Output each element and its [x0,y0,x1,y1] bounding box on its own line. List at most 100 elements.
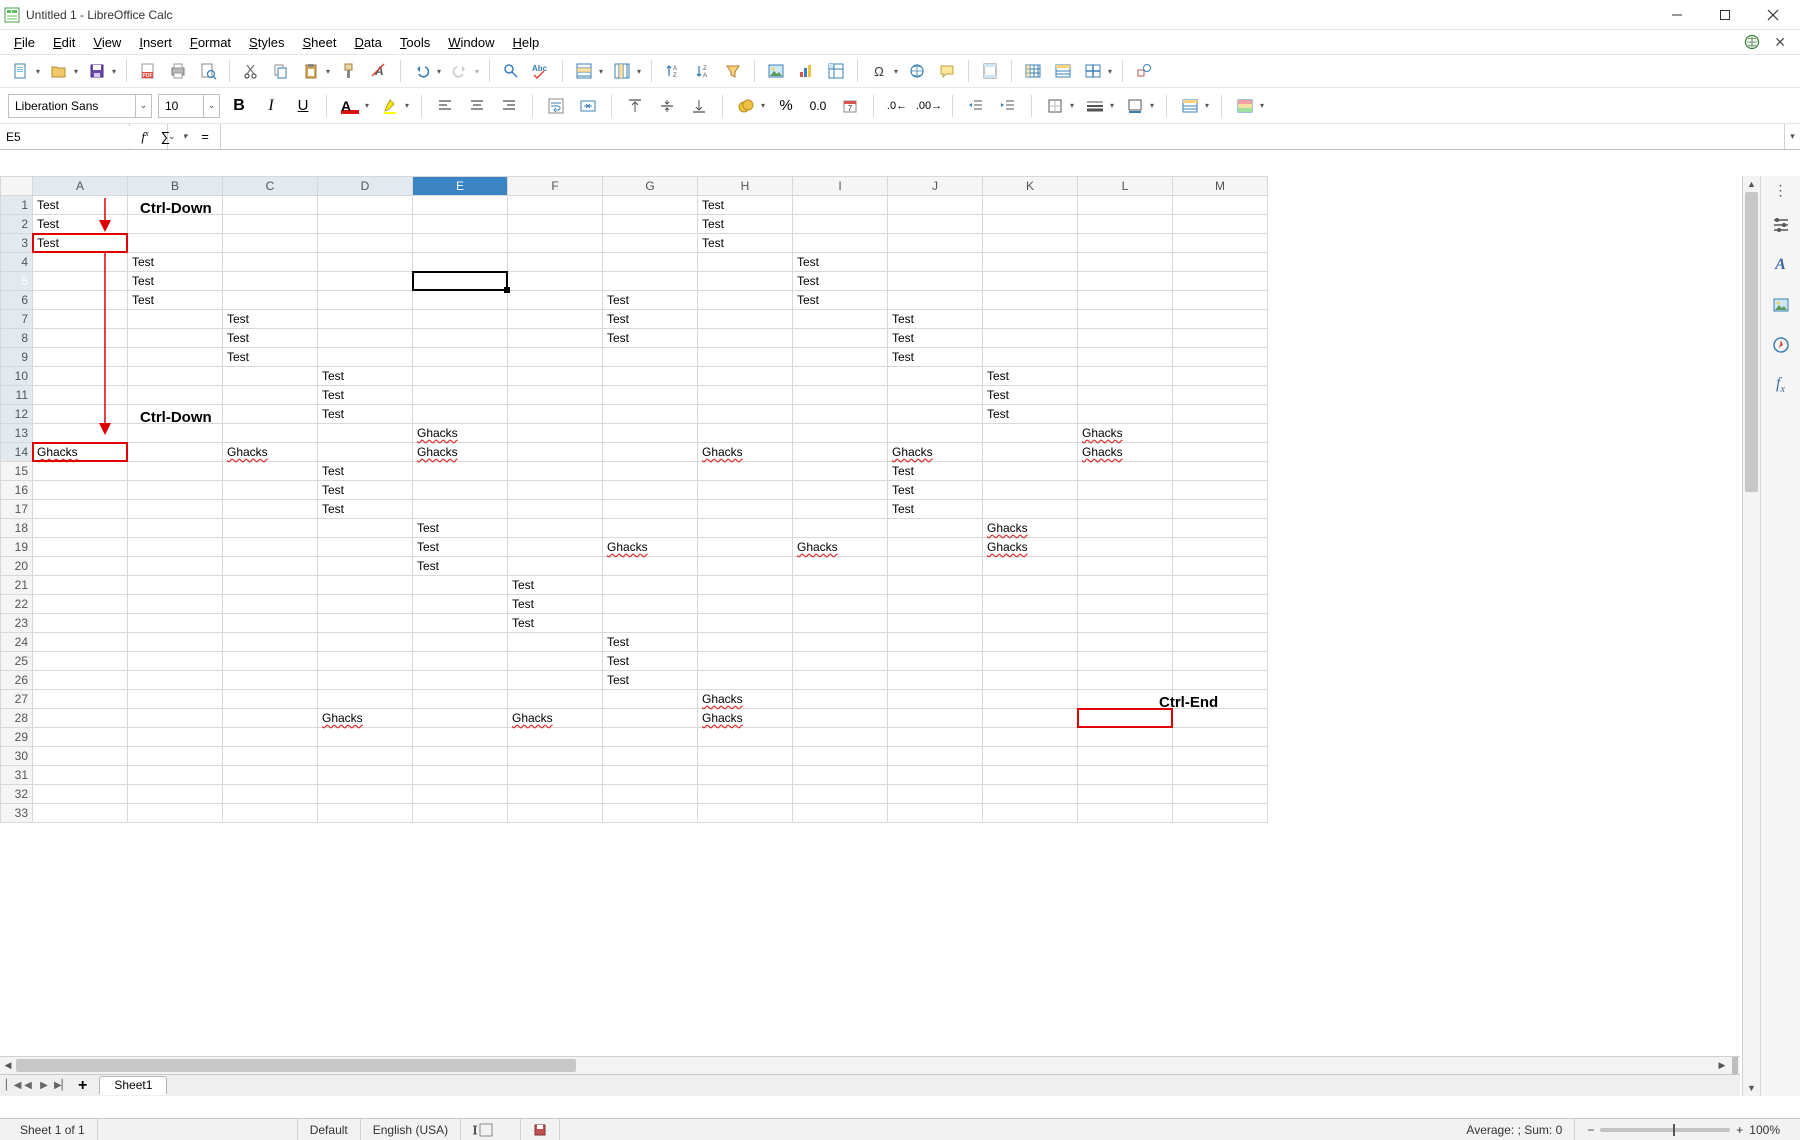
column-header-I[interactable]: I [793,177,888,196]
row-header-22[interactable]: 22 [1,595,33,614]
cell-A20[interactable] [33,557,128,576]
sidebar-styles-button[interactable]: A [1767,251,1795,279]
cell-E21[interactable] [413,576,508,595]
cell-H23[interactable] [698,614,793,633]
cell-G28[interactable] [603,709,698,728]
cell-J24[interactable] [888,633,983,652]
dropdown-icon[interactable]: ▾ [1068,101,1076,110]
row-header-8[interactable]: 8 [1,329,33,348]
cell-E31[interactable] [413,766,508,785]
cell-I8[interactable] [793,329,888,348]
cell-L33[interactable] [1078,804,1173,823]
cell-E30[interactable] [413,747,508,766]
cell-I17[interactable] [793,500,888,519]
cell-E33[interactable] [413,804,508,823]
cell-C2[interactable] [223,215,318,234]
cell-L27[interactable] [1078,690,1173,709]
scroll-left-icon[interactable]: ◀ [0,1060,16,1071]
cell-A13[interactable] [33,424,128,443]
cell-G5[interactable] [603,272,698,291]
menu-format[interactable]: Format [182,33,239,52]
currency-format-button[interactable] [733,93,759,119]
cell-I6[interactable]: Test [793,291,888,310]
cell-C23[interactable] [223,614,318,633]
cell-K2[interactable] [983,215,1078,234]
cell-F10[interactable] [508,367,603,386]
cell-L5[interactable] [1078,272,1173,291]
row-header-9[interactable]: 9 [1,348,33,367]
cell-G11[interactable] [603,386,698,405]
cell-I4[interactable]: Test [793,253,888,272]
cell-H28[interactable]: Ghacks [698,709,793,728]
dropdown-icon[interactable]: ▾ [1106,67,1114,76]
cell-A9[interactable] [33,348,128,367]
cell-K18[interactable]: Ghacks [983,519,1078,538]
cell-J14[interactable]: Ghacks [888,443,983,462]
cell-H1[interactable]: Test [698,196,793,215]
cell-E9[interactable] [413,348,508,367]
tab-nav-prev[interactable]: ◀ [22,1080,34,1091]
cell-L12[interactable] [1078,405,1173,424]
cell-M16[interactable] [1173,481,1268,500]
cell-F25[interactable] [508,652,603,671]
cell-E19[interactable]: Test [413,538,508,557]
cell-L8[interactable] [1078,329,1173,348]
cell-D32[interactable] [318,785,413,804]
cell-A3[interactable]: Test [33,234,128,253]
corner-cell[interactable] [1,177,33,196]
cell-M15[interactable] [1173,462,1268,481]
cell-L22[interactable] [1078,595,1173,614]
cell-M12[interactable] [1173,405,1268,424]
cell-H16[interactable] [698,481,793,500]
cell-K10[interactable]: Test [983,367,1078,386]
cell-F18[interactable] [508,519,603,538]
cell-B30[interactable] [128,747,223,766]
cell-J17[interactable]: Test [888,500,983,519]
cell-L3[interactable] [1078,234,1173,253]
cell-H13[interactable] [698,424,793,443]
cell-E20[interactable]: Test [413,557,508,576]
cell-M29[interactable] [1173,728,1268,747]
menu-data[interactable]: Data [346,33,389,52]
cell-A19[interactable] [33,538,128,557]
cell-G19[interactable]: Ghacks [603,538,698,557]
copy-button[interactable] [268,58,294,84]
status-language[interactable]: English (USA) [361,1119,461,1140]
cell-K21[interactable] [983,576,1078,595]
cell-F15[interactable] [508,462,603,481]
cell-C28[interactable] [223,709,318,728]
cell-I11[interactable] [793,386,888,405]
cell-G7[interactable]: Test [603,310,698,329]
cell-I3[interactable] [793,234,888,253]
cell-H22[interactable] [698,595,793,614]
cell-E27[interactable] [413,690,508,709]
cell-D16[interactable]: Test [318,481,413,500]
cell-E22[interactable] [413,595,508,614]
cell-J13[interactable] [888,424,983,443]
cell-F31[interactable] [508,766,603,785]
spellcheck-button[interactable]: Abc [528,58,554,84]
cell-C21[interactable] [223,576,318,595]
cell-F17[interactable] [508,500,603,519]
cell-B22[interactable] [128,595,223,614]
modified-icon[interactable] [533,1123,547,1137]
column-header-L[interactable]: L [1078,177,1173,196]
function-wizard-button[interactable]: fx [136,129,154,145]
cell-M23[interactable] [1173,614,1268,633]
cell-K14[interactable] [983,443,1078,462]
cell-K17[interactable] [983,500,1078,519]
cell-A25[interactable] [33,652,128,671]
dropdown-icon[interactable]: ▾ [435,67,443,76]
cell-L31[interactable] [1078,766,1173,785]
cell-F29[interactable] [508,728,603,747]
cell-B28[interactable] [128,709,223,728]
italic-button[interactable]: I [258,93,284,119]
cell-G24[interactable]: Test [603,633,698,652]
cell-J29[interactable] [888,728,983,747]
window-close-button[interactable] [1750,1,1796,29]
cell-I32[interactable] [793,785,888,804]
cell-D11[interactable]: Test [318,386,413,405]
formula-input[interactable] [221,124,1784,149]
cell-F30[interactable] [508,747,603,766]
cell-B23[interactable] [128,614,223,633]
